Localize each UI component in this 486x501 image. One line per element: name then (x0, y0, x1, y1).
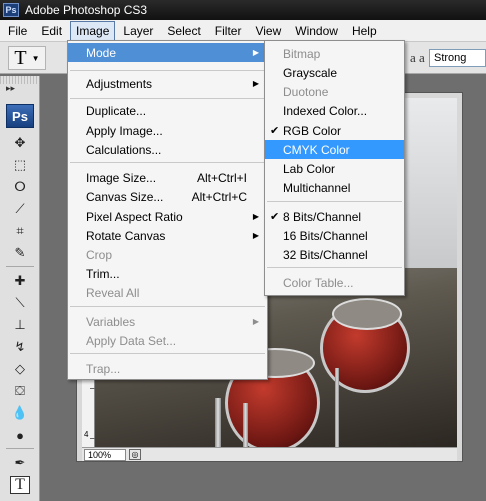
menu-window[interactable]: Window (289, 21, 344, 41)
tools-divider (6, 266, 34, 267)
menu-edit[interactable]: Edit (35, 21, 68, 41)
menu-item-color-table[interactable]: Color Table... (265, 273, 404, 292)
paint-bucket-icon[interactable]: ⛋ (10, 382, 30, 400)
dodge-icon[interactable]: ● (10, 426, 30, 444)
type-tool-icon: T (14, 46, 27, 69)
menu-item-adjustments[interactable]: Adjustments ▶ (68, 74, 267, 93)
menu-item-16-bits[interactable]: 16 Bits/Channel (265, 226, 404, 245)
menu-item-indexed-color[interactable]: Indexed Color... (265, 101, 404, 120)
ps-badge[interactable]: Ps (6, 104, 34, 128)
checkmark-icon: ✔ (270, 211, 280, 223)
menu-item-cmyk-color[interactable]: CMYK Color (265, 140, 404, 159)
menu-item-trim[interactable]: Trim... (68, 264, 267, 283)
menu-filter[interactable]: Filter (209, 21, 248, 41)
menu-item-trap[interactable]: Trap... (68, 359, 267, 378)
menu-item-multichannel[interactable]: Multichannel (265, 178, 404, 197)
lasso-icon[interactable]: ⵔ (10, 178, 30, 196)
tools-divider (6, 448, 34, 449)
menu-item-32-bits[interactable]: 32 Bits/Channel (265, 245, 404, 264)
tools-panel: ▸▸ Ps ✥ ⬚ ⵔ ⟋ ⌗ ✎ ✚ ⟍ ⊥ ↯ ◇ ⛋ 💧 ● ✒ T (0, 76, 40, 501)
clone-stamp-icon[interactable]: ⊥ (10, 316, 30, 334)
menu-item-apply-image[interactable]: Apply Image... (68, 121, 267, 140)
menu-select[interactable]: Select (161, 21, 206, 41)
mode-submenu: Bitmap Grayscale Duotone Indexed Color..… (264, 40, 405, 296)
history-brush-icon[interactable]: ↯ (10, 338, 30, 356)
zoom-field[interactable]: 100% (84, 448, 126, 461)
menu-bar: File Edit Image Layer Select Filter View… (0, 20, 486, 42)
pen-icon[interactable]: ✒ (10, 454, 30, 472)
menu-item-calculations[interactable]: Calculations... (68, 140, 267, 159)
ruler-label: 4 (84, 430, 89, 439)
menu-item-grayscale[interactable]: Grayscale (265, 63, 404, 82)
menu-view[interactable]: View (249, 21, 287, 41)
antialias-icon: a a (410, 50, 425, 65)
menu-item-image-size[interactable]: Image Size... Alt+Ctrl+I (68, 168, 267, 187)
menu-item-canvas-size[interactable]: Canvas Size... Alt+Ctrl+C (68, 187, 267, 206)
type-icon[interactable]: T (10, 476, 30, 494)
move-icon[interactable]: ✥ (10, 134, 30, 152)
menu-item-8-bits[interactable]: ✔ 8 Bits/Channel (265, 207, 404, 226)
eraser-icon[interactable]: ◇ (10, 360, 30, 378)
menu-item-apply-data-set[interactable]: Apply Data Set... (68, 331, 267, 350)
menu-item-rgb-color[interactable]: ✔ RGB Color (265, 121, 404, 140)
magic-wand-icon[interactable]: ⟋ (10, 200, 30, 218)
chevron-down-icon: ▼ (31, 53, 40, 63)
menu-item-mode[interactable]: Mode ▶ (68, 43, 267, 62)
collapse-icon[interactable]: ▸▸ (6, 83, 15, 94)
blur-icon[interactable]: 💧 (10, 404, 30, 422)
menu-help[interactable]: Help (346, 21, 383, 41)
menu-file[interactable]: File (2, 21, 33, 41)
slice-icon[interactable]: ✎ (10, 244, 30, 262)
menu-item-reveal-all[interactable]: Reveal All (68, 283, 267, 302)
crop-icon[interactable]: ⌗ (10, 222, 30, 240)
menu-item-pixel-aspect-ratio[interactable]: Pixel Aspect Ratio ▶ (68, 207, 267, 226)
menu-layer[interactable]: Layer (117, 21, 159, 41)
healing-brush-icon[interactable]: ✚ (10, 272, 30, 290)
menu-item-duotone[interactable]: Duotone (265, 82, 404, 101)
menu-item-variables[interactable]: Variables ▶ (68, 312, 267, 331)
menu-item-rotate-canvas[interactable]: Rotate Canvas ▶ (68, 226, 267, 245)
menu-item-lab-color[interactable]: Lab Color (265, 159, 404, 178)
tool-preset-picker[interactable]: T ▼ (8, 46, 46, 70)
brush-icon[interactable]: ⟍ (10, 294, 30, 312)
menu-item-bitmap[interactable]: Bitmap (265, 44, 404, 63)
image-menu: Mode ▶ Adjustments ▶ Duplicate... Apply Im… (67, 40, 268, 380)
photoshop-logo-icon: Ps (3, 3, 19, 17)
title-bar: Ps Adobe Photoshop CS3 (0, 0, 486, 20)
checkmark-icon: ✔ (270, 125, 280, 137)
status-options-icon[interactable]: ◎ (129, 449, 141, 460)
window-title: Adobe Photoshop CS3 (25, 3, 148, 17)
menu-item-crop[interactable]: Crop (68, 245, 267, 264)
marquee-icon[interactable]: ⬚ (10, 156, 30, 174)
antialias-value: Strong (434, 52, 467, 64)
menu-image[interactable]: Image (70, 20, 116, 41)
antialias-select[interactable]: Strong (429, 49, 486, 67)
menu-item-duplicate[interactable]: Duplicate... (68, 101, 267, 120)
document-status-bar: 100% ◎ (82, 447, 457, 461)
